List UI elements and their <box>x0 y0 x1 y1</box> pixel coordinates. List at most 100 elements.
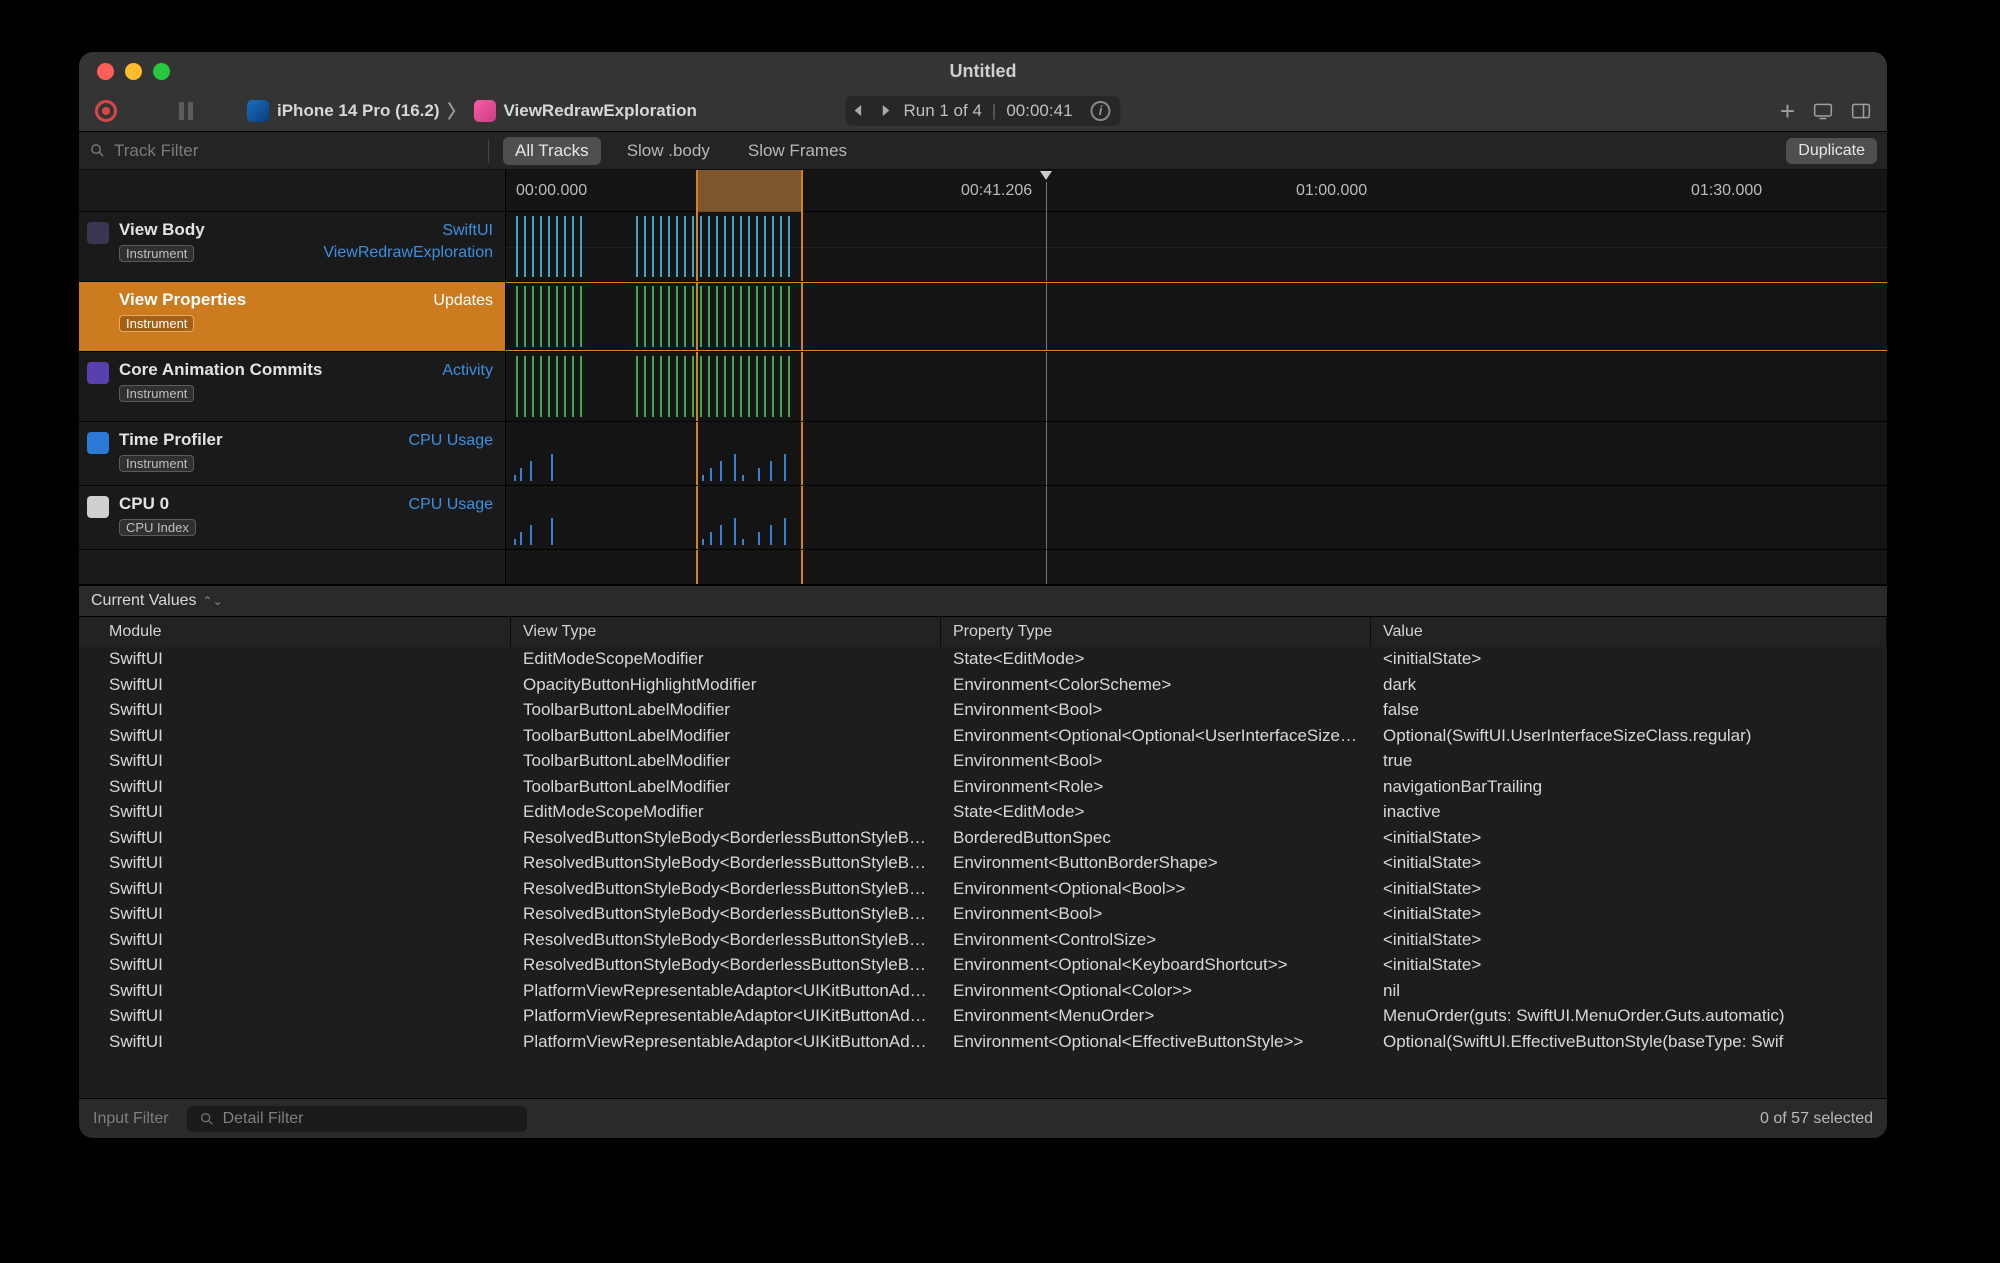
table-row[interactable]: SwiftUIToolbarButtonLabelModifierEnviron… <box>79 775 1887 801</box>
table-row[interactable]: SwiftUIResolvedButtonStyleBody<Borderles… <box>79 826 1887 852</box>
detail-section-selector[interactable]: Current Values ⌃⌄ <box>79 585 1887 617</box>
track-icon <box>87 496 109 518</box>
track-row[interactable]: Time ProfilerInstrumentCPU Usage <box>79 422 505 486</box>
track-icon <box>87 432 109 454</box>
panel-toggle-icon[interactable] <box>1851 101 1871 121</box>
track-row[interactable]: Core Animation CommitsInstrumentActivity <box>79 352 505 422</box>
run-time: 00:00:41 <box>1006 101 1072 121</box>
track-name: Core Animation Commits <box>119 360 432 380</box>
table-row[interactable]: SwiftUIResolvedButtonStyleBody<Borderles… <box>79 877 1887 903</box>
table-row[interactable]: SwiftUIToolbarButtonLabelModifierEnviron… <box>79 724 1887 750</box>
table-row[interactable]: SwiftUIEditModeScopeModifierState<EditMo… <box>79 647 1887 673</box>
pause-button[interactable] <box>179 102 197 120</box>
track-filter-input[interactable]: Track Filter <box>89 141 474 161</box>
table-cell: Environment<Optional<Optional<UserInterf… <box>941 724 1371 750</box>
table-cell: PlatformViewRepresentableAdaptor<UIKitBu… <box>511 979 941 1005</box>
track-lane[interactable] <box>506 282 1887 352</box>
run-selector[interactable]: Run 1 of 4 | 00:00:41 i <box>845 96 1120 126</box>
track-row[interactable]: View BodyInstrumentSwiftUIViewRedrawExpl… <box>79 212 505 282</box>
zoom-icon[interactable] <box>153 63 170 80</box>
table-row[interactable]: SwiftUIOpacityButtonHighlightModifierEnv… <box>79 673 1887 699</box>
record-button[interactable] <box>95 100 117 122</box>
tab-all-tracks[interactable]: All Tracks <box>503 137 601 165</box>
track-detail-link[interactable]: CPU Usage <box>409 432 493 450</box>
track-badge: CPU Index <box>119 519 196 536</box>
column-header-value[interactable]: Value <box>1371 617 1887 647</box>
track-icon <box>87 362 109 384</box>
table-cell: navigationBarTrailing <box>1371 775 1887 801</box>
footer: Input Filter Detail Filter 0 of 57 selec… <box>79 1098 1887 1138</box>
table-cell: ResolvedButtonStyleBody<BorderlessButton… <box>511 877 941 903</box>
table-row[interactable]: SwiftUIPlatformViewRepresentableAdaptor<… <box>79 1004 1887 1030</box>
table-row[interactable]: SwiftUIToolbarButtonLabelModifierEnviron… <box>79 749 1887 775</box>
table-cell: Environment<Bool> <box>941 902 1371 928</box>
table-cell: ToolbarButtonLabelModifier <box>511 698 941 724</box>
track-detail-link[interactable]: SwiftUI <box>442 222 493 240</box>
table-cell: SwiftUI <box>79 673 511 699</box>
column-header-view-type[interactable]: View Type <box>511 617 941 647</box>
table-cell: <initialState> <box>1371 953 1887 979</box>
track-lane[interactable] <box>506 352 1887 422</box>
track-lane[interactable] <box>506 212 1887 282</box>
table-cell: Optional(SwiftUI.UserInterfaceSizeClass.… <box>1371 724 1887 750</box>
duplicate-button[interactable]: Duplicate <box>1786 138 1877 164</box>
table-cell: SwiftUI <box>79 724 511 750</box>
display-mode-icon[interactable] <box>1813 101 1833 121</box>
table-cell: ResolvedButtonStyleBody<BorderlessButton… <box>511 928 941 954</box>
table-row[interactable]: SwiftUIToolbarButtonLabelModifierEnviron… <box>79 698 1887 724</box>
detail-filter-placeholder: Detail Filter <box>223 1110 304 1128</box>
run-label: Run 1 of 4 <box>903 101 981 121</box>
table-cell: SwiftUI <box>79 979 511 1005</box>
run-next-button[interactable] <box>871 98 897 124</box>
track-filter-placeholder: Track Filter <box>114 141 198 161</box>
time-ruler[interactable]: 00:00.00000:41.20601:00.00001:30.000 <box>506 170 1887 212</box>
tab-slow-body[interactable]: Slow .body <box>615 137 722 165</box>
track-canvas[interactable]: 00:00.00000:41.20601:00.00001:30.000 <box>506 170 1887 584</box>
ruler-tick-label: 00:00.000 <box>516 182 587 200</box>
track-row[interactable]: View PropertiesInstrumentUpdates <box>79 282 505 352</box>
track-detail-link[interactable]: Activity <box>442 362 493 380</box>
filter-row: Track Filter All Tracks Slow .body Slow … <box>79 132 1887 170</box>
table-cell: <initialState> <box>1371 826 1887 852</box>
table-cell: ResolvedButtonStyleBody<BorderlessButton… <box>511 851 941 877</box>
track-detail-link[interactable]: Updates <box>433 292 493 310</box>
table-cell: SwiftUI <box>79 749 511 775</box>
track-lane[interactable] <box>506 486 1887 550</box>
column-header-property-type[interactable]: Property Type <box>941 617 1371 647</box>
table-row[interactable]: SwiftUIResolvedButtonStyleBody<Borderles… <box>79 953 1887 979</box>
table-row[interactable]: SwiftUIPlatformViewRepresentableAdaptor<… <box>79 979 1887 1005</box>
run-prev-button[interactable] <box>845 98 871 124</box>
table-row[interactable]: SwiftUIResolvedButtonStyleBody<Borderles… <box>79 902 1887 928</box>
table-row[interactable]: SwiftUIEditModeScopeModifierState<EditMo… <box>79 800 1887 826</box>
section-label: Current Values <box>91 592 197 610</box>
close-icon[interactable] <box>97 63 114 80</box>
minimize-icon[interactable] <box>125 63 142 80</box>
table-cell: Environment<ButtonBorderShape> <box>941 851 1371 877</box>
add-button[interactable]: + <box>1780 98 1795 124</box>
table-row[interactable]: SwiftUIResolvedButtonStyleBody<Borderles… <box>79 928 1887 954</box>
tab-slow-frames[interactable]: Slow Frames <box>736 137 859 165</box>
track-detail-link[interactable]: ViewRedrawExploration <box>323 244 493 262</box>
timeline: View BodyInstrumentSwiftUIViewRedrawExpl… <box>79 170 1887 585</box>
table-cell: Environment<Optional<Bool>> <box>941 877 1371 903</box>
track-name: CPU 0 <box>119 494 399 514</box>
table-body[interactable]: SwiftUIEditModeScopeModifierState<EditMo… <box>79 647 1887 1098</box>
track-lane[interactable] <box>506 422 1887 486</box>
input-filter-button[interactable]: Input Filter <box>93 1110 169 1128</box>
breadcrumb[interactable]: iPhone 14 Pro (16.2) 〉 ViewRedrawExplora… <box>247 98 697 124</box>
table-cell: <initialState> <box>1371 851 1887 877</box>
time-selection[interactable] <box>696 170 801 212</box>
table-row[interactable]: SwiftUIPlatformViewRepresentableAdaptor<… <box>79 1030 1887 1056</box>
table-cell: SwiftUI <box>79 647 511 673</box>
track-row[interactable]: CPU 0 CPU Index CPU Usage <box>79 486 505 550</box>
track-detail-link[interactable]: CPU Usage <box>409 496 493 514</box>
info-icon[interactable]: i <box>1091 101 1111 121</box>
track-icon <box>87 222 109 244</box>
table-cell: SwiftUI <box>79 851 511 877</box>
column-header-module[interactable]: Module <box>79 617 511 647</box>
table-row[interactable]: SwiftUIResolvedButtonStyleBody<Borderles… <box>79 851 1887 877</box>
table-cell: SwiftUI <box>79 775 511 801</box>
table-cell: SwiftUI <box>79 877 511 903</box>
table-cell: false <box>1371 698 1887 724</box>
detail-filter-input[interactable]: Detail Filter <box>187 1106 527 1132</box>
